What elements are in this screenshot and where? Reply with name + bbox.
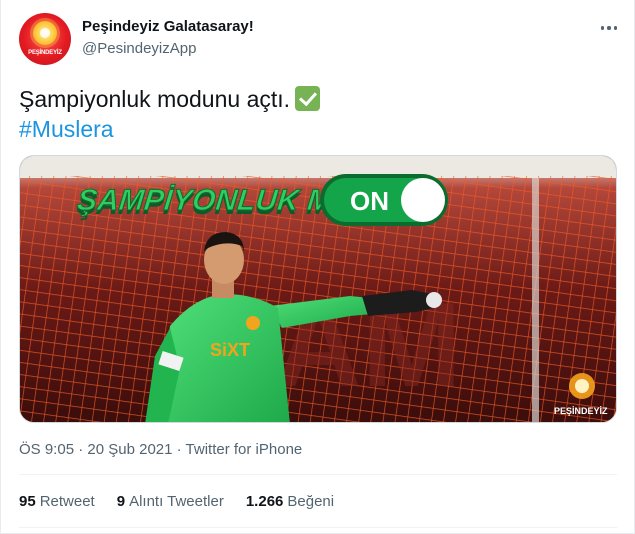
retweet-count[interactable]: 95 Retweet: [19, 493, 95, 510]
like-count[interactable]: 1.266 Beğeni: [246, 493, 334, 510]
tweet-date[interactable]: 20 Şub 2021: [87, 441, 172, 458]
more-options-icon[interactable]: [598, 17, 620, 39]
hashtag-link[interactable]: #Muslera: [19, 115, 114, 144]
lion-logo-icon: [33, 21, 57, 45]
on-toggle-icon: ON: [320, 174, 448, 226]
check-mark-icon: [295, 86, 321, 111]
media-illustration: AM ŞAMPİYONLUK MODU ŞAMPİYONLUK MODU ON: [20, 156, 616, 422]
engagement-stats: 95 Retweet 9 Alıntı Tweetler 1.266 Beğeni: [19, 493, 334, 510]
tweet-text: Şampiyonluk modunu açtı.: [19, 85, 321, 114]
tweet-time[interactable]: ÖS 9:05: [19, 441, 74, 458]
divider: [19, 527, 617, 528]
tweet-client-link[interactable]: Twitter for iPhone: [186, 441, 303, 458]
meta-separator: ·: [176, 441, 182, 458]
quote-tweet-count[interactable]: 9 Alıntı Tweetler: [117, 493, 224, 510]
watermark-text: PEŞİNDEYİZ: [554, 406, 608, 416]
tweet-media-image[interactable]: AM ŞAMPİYONLUK MODU ŞAMPİYONLUK MODU ON: [19, 155, 617, 423]
user-handle[interactable]: @PesindeyizApp: [82, 40, 196, 57]
tweet-card: PEŞİNDEYİZ Peşindeyiz Galatasaray! @Pesi…: [0, 0, 635, 534]
toggle-label: ON: [350, 186, 389, 216]
meta-separator: ·: [78, 441, 84, 458]
avatar[interactable]: PEŞİNDEYİZ: [19, 13, 71, 65]
sponsor-text: SiXT: [210, 340, 250, 360]
avatar-label: PEŞİNDEYİZ: [28, 50, 62, 56]
divider: [19, 474, 617, 475]
display-name[interactable]: Peşindeyiz Galatasaray!: [82, 18, 254, 35]
tweet-metadata: ÖS 9:05 · 20 Şub 2021 · Twitter for iPho…: [19, 441, 302, 458]
tweet-body: Şampiyonluk modunu açtı.: [19, 86, 291, 112]
